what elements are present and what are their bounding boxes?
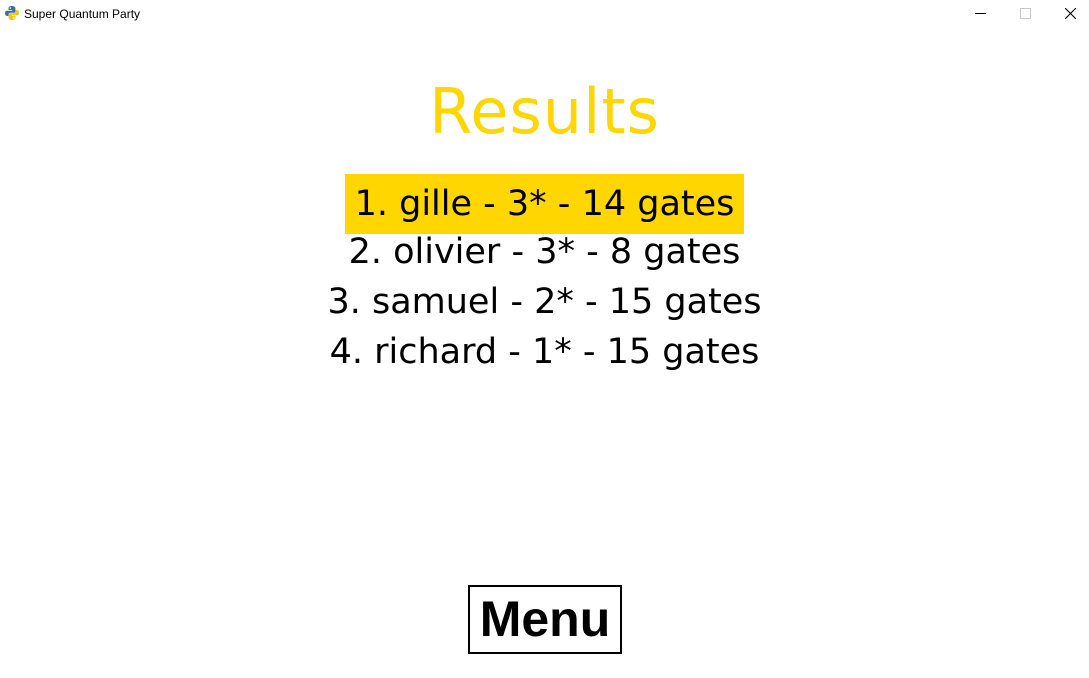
results-list: 1. gille - 3* - 14 gates 2. olivier - 3*… [0, 174, 1089, 374]
maximize-button[interactable] [1003, 0, 1048, 28]
result-row-3: 3. samuel - 2* - 15 gates [0, 274, 1089, 324]
window-title: Super Quantum Party [24, 7, 141, 21]
result-row-2: 2. olivier - 3* - 8 gates [0, 224, 1089, 274]
result-row-4: 4. richard - 1* - 15 gates [0, 324, 1089, 374]
minimize-button[interactable] [958, 0, 1003, 28]
result-row-1: 1. gille - 3* - 14 gates [0, 174, 1089, 234]
close-button[interactable] [1048, 0, 1089, 28]
results-title: Results [429, 75, 660, 148]
menu-button[interactable]: Menu [468, 585, 622, 654]
python-icon [4, 5, 20, 21]
result-row-text: 4. richard - 1* - 15 gates [329, 332, 760, 372]
window-titlebar: Super Quantum Party [0, 0, 1089, 28]
minimize-icon [975, 13, 986, 14]
maximize-icon [1020, 8, 1031, 19]
close-icon [1065, 8, 1076, 19]
